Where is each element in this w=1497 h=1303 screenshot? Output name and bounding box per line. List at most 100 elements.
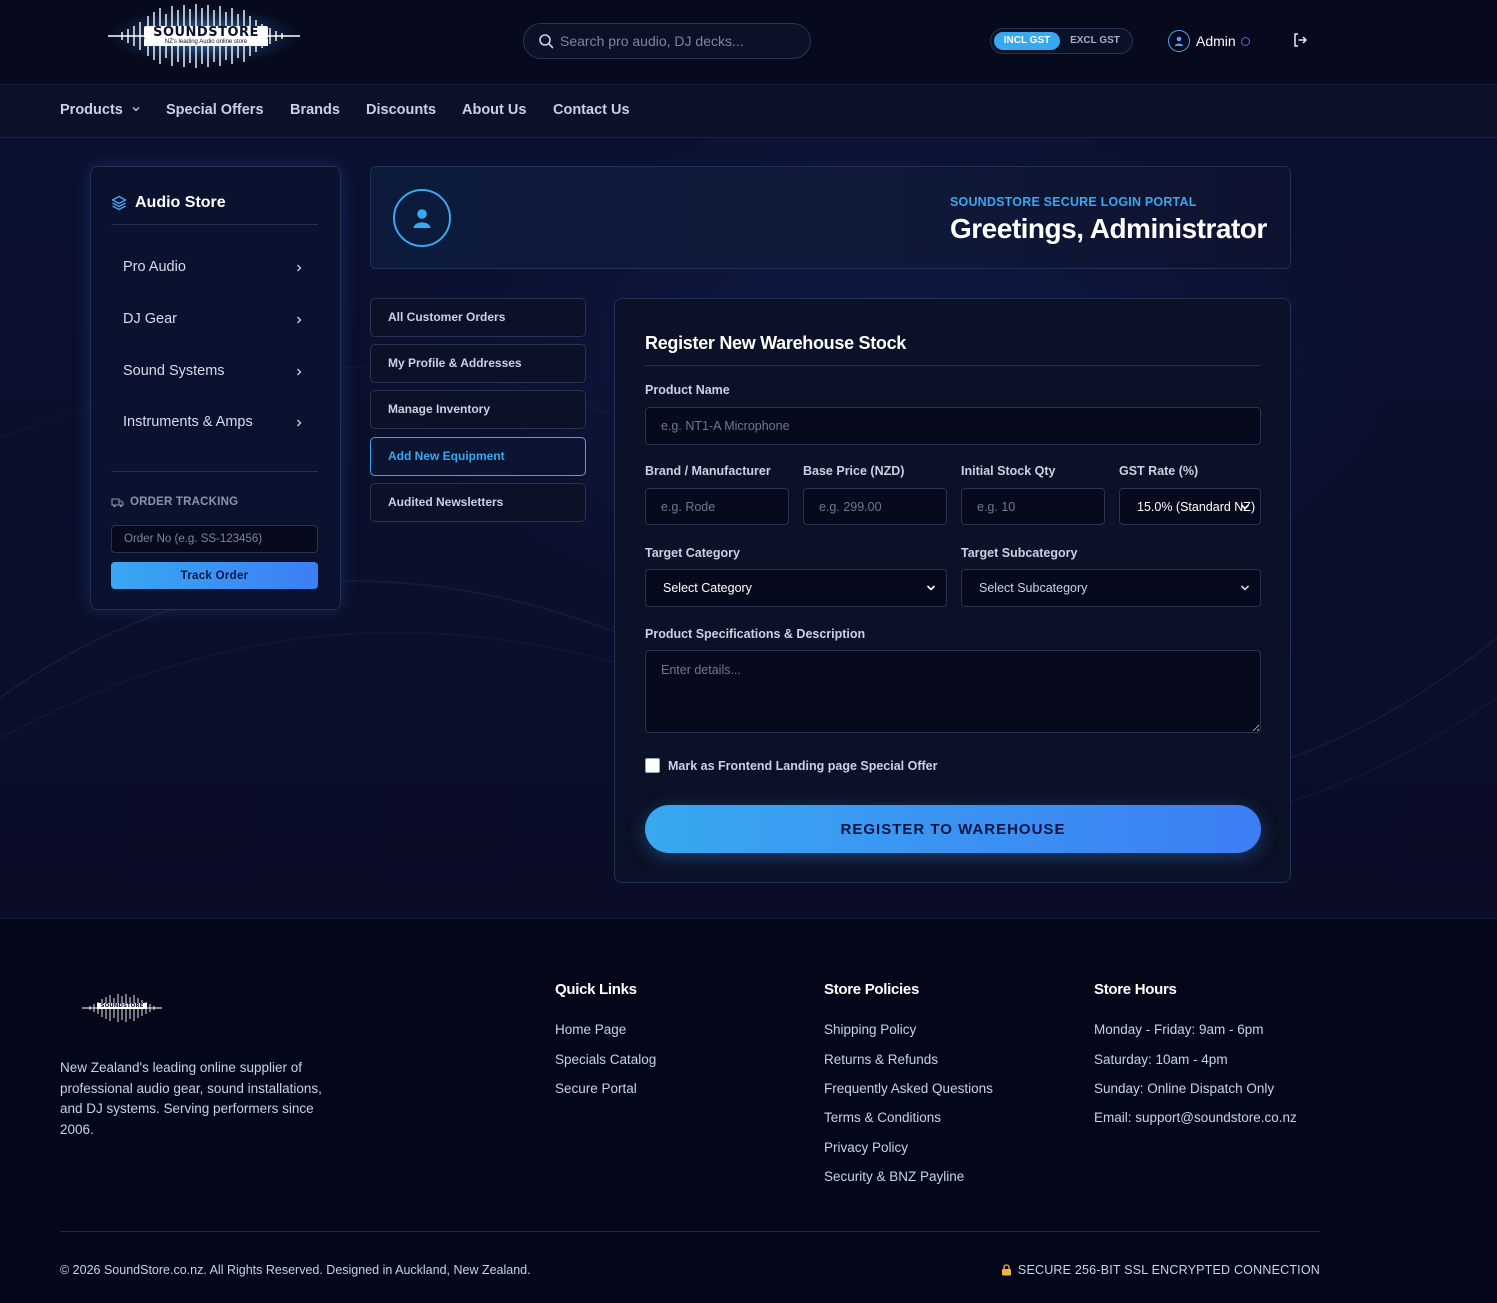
description-label: Product Specifications & Description — [645, 627, 866, 641]
footer-link-faq[interactable]: Frequently Asked Questions — [824, 1081, 993, 1096]
stock-qty-input[interactable] — [961, 488, 1105, 525]
form-divider — [645, 365, 1261, 366]
sidebar-item-label: DJ Gear — [123, 311, 177, 327]
admin-avatar-icon — [393, 189, 451, 247]
description-textarea[interactable] — [645, 650, 1261, 733]
search-input[interactable] — [560, 24, 800, 58]
special-offer-checkbox[interactable] — [645, 758, 660, 773]
truck-icon — [111, 497, 124, 507]
footer-link-privacy[interactable]: Privacy Policy — [824, 1140, 908, 1155]
greeting-panel: SOUNDSTORE SECURE LOGIN PORTAL Greetings… — [370, 166, 1291, 269]
tab-audited-newsletters[interactable]: Audited Newsletters — [370, 483, 586, 522]
register-stock-form: Register New Warehouse Stock Product Nam… — [614, 298, 1291, 883]
register-to-warehouse-button[interactable]: REGISTER TO WAREHOUSE — [645, 805, 1261, 853]
store-policies-heading: Store Policies — [824, 981, 920, 998]
page-title: Greetings, Administrator — [950, 213, 1267, 244]
product-name-label: Product Name — [645, 383, 730, 397]
user-avatar-icon — [1168, 30, 1190, 52]
ssl-text: SECURE 256-BIT SSL ENCRYPTED CONNECTION — [1017, 1263, 1320, 1277]
footer-link-security[interactable]: Security & BNZ Payline — [824, 1169, 964, 1184]
tab-add-new-equipment[interactable]: Add New Equipment — [370, 437, 586, 476]
footer-divider — [60, 1231, 1320, 1232]
form-title: Register New Warehouse Stock — [645, 333, 907, 353]
top-header: SOUNDSTORE NZ's leading Audio online sto… — [0, 0, 1497, 85]
gst-rate-select[interactable]: 15.0% (Standard NZ) — [1119, 488, 1261, 525]
footer-link-secure-portal[interactable]: Secure Portal — [555, 1081, 637, 1096]
category-value: Select Category — [663, 581, 752, 595]
category-sidebar: Audio Store Pro Audio DJ Gear Sound Syst… — [90, 166, 341, 610]
nav-discounts[interactable]: Discounts — [366, 102, 436, 118]
order-tracking-label: ORDER TRACKING — [130, 496, 239, 508]
ssl-badge: SECURE 256-BIT SSL ENCRYPTED CONNECTION — [1001, 1263, 1320, 1277]
category-label: Target Category — [645, 546, 740, 560]
footer-link-home[interactable]: Home Page — [555, 1022, 626, 1037]
site-footer: SOUNDSTORE New Zealand's leading online … — [0, 918, 1497, 1303]
tab-manage-inventory[interactable]: Manage Inventory — [370, 390, 586, 429]
chevron-right-icon — [297, 316, 302, 324]
footer-link-returns[interactable]: Returns & Refunds — [824, 1052, 938, 1067]
user-menu[interactable]: Admin — [1168, 30, 1250, 52]
nav-products[interactable]: Products — [60, 102, 141, 118]
gst-toggle[interactable]: INCL GST EXCL GST — [990, 28, 1133, 54]
sidebar-divider — [111, 224, 318, 225]
stock-qty-label: Initial Stock Qty — [961, 464, 1056, 478]
nav-contact-us[interactable]: Contact Us — [553, 102, 630, 118]
logout-icon[interactable] — [1292, 32, 1308, 48]
support-email[interactable]: Email: support@soundstore.co.nz — [1094, 1110, 1297, 1125]
site-logo[interactable]: SOUNDSTORE NZ's leading Audio online sto… — [104, 4, 304, 68]
product-name-input[interactable] — [645, 407, 1261, 445]
sidebar-item-label: Sound Systems — [123, 363, 225, 379]
tab-all-customer-orders[interactable]: All Customer Orders — [370, 298, 586, 337]
nav-special-offers[interactable]: Special Offers — [166, 102, 264, 118]
store-hours-saturday: Saturday: 10am - 4pm — [1094, 1052, 1228, 1067]
sidebar-item-instruments-amps[interactable]: Instruments & Amps — [123, 414, 305, 434]
store-hours-weekdays: Monday - Friday: 9am - 6pm — [1094, 1022, 1264, 1037]
special-offer-label: Mark as Frontend Landing page Special Of… — [668, 759, 938, 773]
subcategory-select[interactable]: Select Subcategory — [961, 569, 1261, 607]
sidebar-item-sound-systems[interactable]: Sound Systems — [123, 363, 305, 383]
order-tracking-heading: ORDER TRACKING — [111, 496, 238, 508]
brand-input[interactable] — [645, 488, 789, 525]
store-hours-sunday: Sunday: Online Dispatch Only — [1094, 1081, 1275, 1096]
status-ring-icon — [1240, 36, 1250, 46]
gst-rate-label: GST Rate (%) — [1119, 464, 1199, 478]
main-nav: Products Special Offers Brands Discounts… — [0, 85, 1497, 138]
subcategory-label: Target Subcategory — [961, 546, 1078, 560]
base-price-input[interactable] — [803, 488, 947, 525]
layers-icon — [111, 195, 127, 211]
chevron-right-icon — [297, 264, 302, 272]
footer-about-text: New Zealand's leading online supplier of… — [60, 1060, 322, 1137]
sidebar-divider — [111, 471, 318, 472]
footer-logo[interactable]: SOUNDSTORE — [80, 993, 164, 1023]
gst-excl-option[interactable]: EXCL GST — [1063, 32, 1127, 50]
store-hours-heading: Store Hours — [1094, 981, 1177, 998]
category-select[interactable]: Select Category — [645, 569, 947, 607]
sidebar-item-dj-gear[interactable]: DJ Gear — [123, 311, 305, 331]
user-name: Admin — [1196, 33, 1236, 49]
tab-my-profile[interactable]: My Profile & Addresses — [370, 344, 586, 383]
sidebar-item-pro-audio[interactable]: Pro Audio — [123, 259, 305, 279]
search-bar — [523, 23, 811, 59]
footer-link-terms[interactable]: Terms & Conditions — [824, 1110, 941, 1125]
track-order-button[interactable]: Track Order — [111, 562, 318, 589]
footer-link-specials[interactable]: Specials Catalog — [555, 1052, 656, 1067]
nav-brands[interactable]: Brands — [290, 102, 340, 118]
sidebar-item-label: Pro Audio — [123, 259, 186, 275]
sidebar-title-text: Audio Store — [135, 194, 226, 211]
search-icon[interactable] — [538, 33, 554, 49]
sidebar-item-label: Instruments & Amps — [123, 414, 253, 430]
brand-label: Brand / Manufacturer — [645, 464, 771, 478]
chevron-right-icon — [297, 419, 302, 427]
sidebar-title: Audio Store — [111, 194, 226, 212]
order-number-input[interactable] — [111, 525, 318, 553]
gst-rate-value: 15.0% (Standard NZ) — [1137, 500, 1256, 514]
chevron-down-icon — [1240, 585, 1250, 591]
footer-link-shipping[interactable]: Shipping Policy — [824, 1022, 916, 1037]
copyright-text: © 2026 SoundStore.co.nz. All Rights Rese… — [60, 1263, 531, 1277]
logo-tagline: NZ's leading Audio online store — [144, 39, 268, 46]
gst-incl-option[interactable]: INCL GST — [994, 32, 1060, 50]
chevron-down-icon — [132, 107, 140, 112]
footer-logo-wordmark: SOUNDSTORE — [97, 1003, 147, 1009]
quick-links-heading: Quick Links — [555, 981, 637, 998]
nav-about-us[interactable]: About Us — [462, 102, 526, 118]
